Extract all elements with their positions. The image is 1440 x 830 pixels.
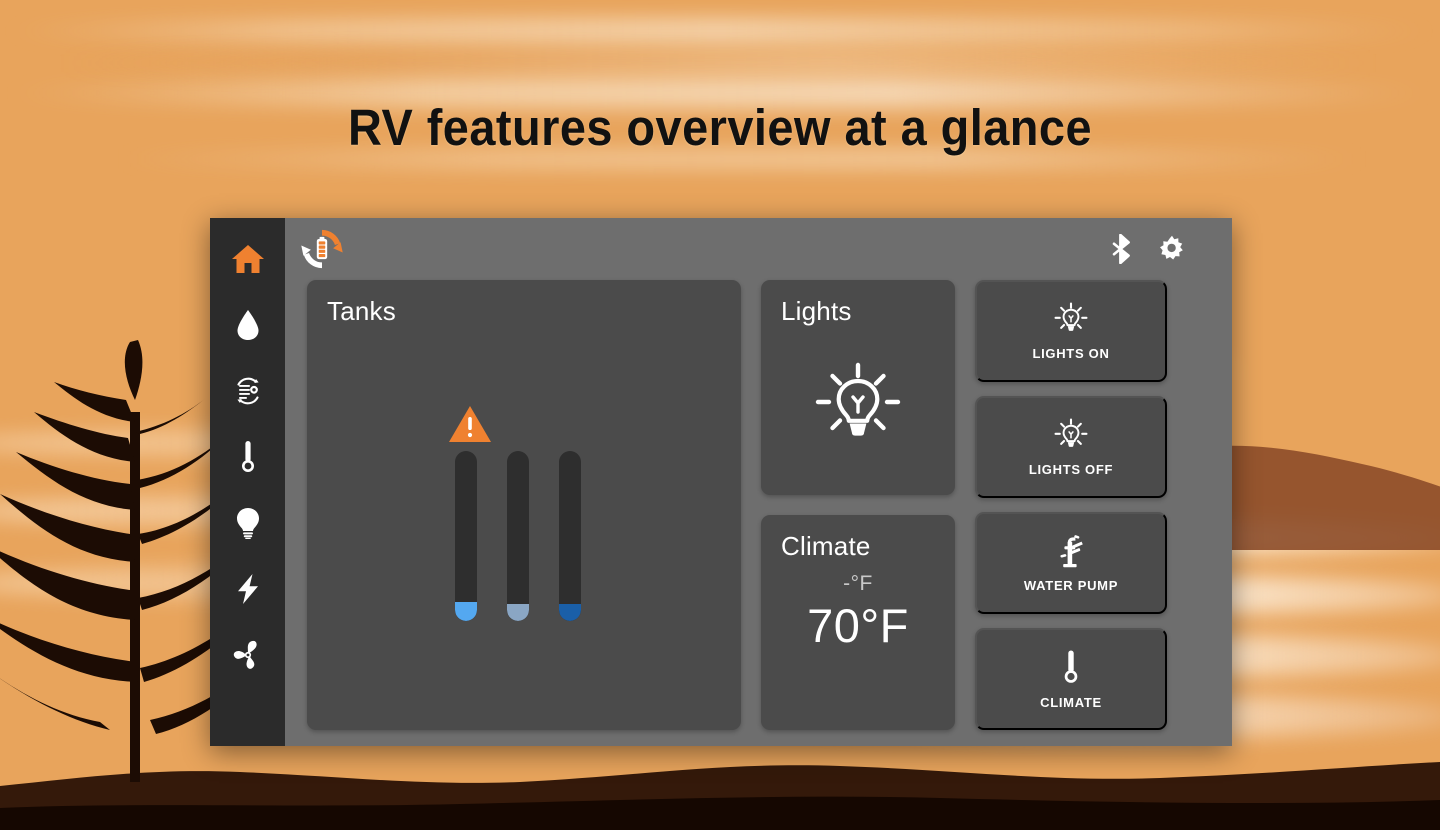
tank-fill-black (559, 604, 581, 621)
middle-column: Lights (761, 280, 955, 730)
lights-off-button[interactable]: LIGHTS OFF (975, 396, 1167, 498)
lightbulb-rays-icon (814, 361, 902, 449)
sidebar-item-climate[interactable] (220, 434, 276, 480)
thermometer-icon (1061, 649, 1081, 685)
water-pump-button[interactable]: WATER PUMP (975, 512, 1167, 614)
sidebar-item-water[interactable] (220, 302, 276, 348)
climate-card-title: Climate (761, 515, 955, 562)
sidebar-item-fan[interactable] (220, 632, 276, 678)
bluetooth-icon[interactable] (1112, 234, 1132, 264)
tank-fill-gray (507, 604, 529, 621)
sidebar (210, 218, 285, 746)
thermometer-icon (238, 440, 258, 474)
tank-bar-black[interactable] (559, 451, 581, 621)
climate-current-temperature: 70°F (807, 598, 909, 653)
tank-bar-fresh[interactable] (455, 451, 477, 621)
gear-icon[interactable] (1158, 235, 1186, 263)
lights-card-title: Lights (761, 280, 955, 327)
tank-fill-fresh (455, 602, 477, 621)
topbar (285, 218, 1232, 280)
lights-icon-wrap (761, 327, 955, 495)
generator-icon (231, 374, 265, 408)
tanks-graph (307, 327, 741, 730)
lightbulb-rays-icon (1054, 302, 1088, 336)
lightbulb-icon (235, 507, 261, 539)
sidebar-item-home[interactable] (220, 236, 276, 282)
page-title: RV features overview at a glance (58, 98, 1383, 157)
lights-card[interactable]: Lights (761, 280, 955, 495)
water-drop-icon (236, 309, 260, 341)
fan-icon (232, 639, 264, 671)
hand-pump-icon (1055, 534, 1087, 568)
cloud-streak (0, 18, 1440, 44)
tank-bar-gray[interactable] (507, 451, 529, 621)
tanks-card-title: Tanks (307, 280, 741, 327)
climate-label: CLIMATE (1040, 695, 1102, 710)
lights-off-label: LIGHTS OFF (1029, 462, 1113, 477)
dashboard-content: Tanks (285, 280, 1232, 746)
lights-on-label: LIGHTS ON (1032, 346, 1109, 361)
sidebar-item-power[interactable] (220, 566, 276, 612)
climate-readout: -°F 70°F (761, 562, 955, 730)
sidebar-item-generator[interactable] (220, 368, 276, 414)
warning-triangle-icon (448, 405, 492, 443)
climate-button[interactable]: CLIMATE (975, 628, 1167, 730)
panel-body: Tanks (285, 218, 1232, 746)
climate-card[interactable]: Climate -°F 70°F (761, 515, 955, 730)
lightning-icon (235, 573, 261, 605)
lights-on-button[interactable]: LIGHTS ON (975, 280, 1167, 382)
topbar-actions (1112, 234, 1186, 264)
home-icon (231, 243, 265, 275)
battery-refresh-icon[interactable] (299, 226, 345, 272)
cloud-streak (0, 52, 1440, 74)
water-pump-label: WATER PUMP (1024, 578, 1118, 593)
climate-setpoint: -°F (843, 572, 873, 596)
rv-control-panel: Tanks (210, 218, 1232, 746)
tanks-card: Tanks (307, 280, 741, 730)
tank-level-bars (455, 451, 581, 621)
lightbulb-rays-icon (1054, 418, 1088, 452)
sidebar-item-lights[interactable] (220, 500, 276, 546)
action-button-column: LIGHTS ON (975, 280, 1167, 730)
